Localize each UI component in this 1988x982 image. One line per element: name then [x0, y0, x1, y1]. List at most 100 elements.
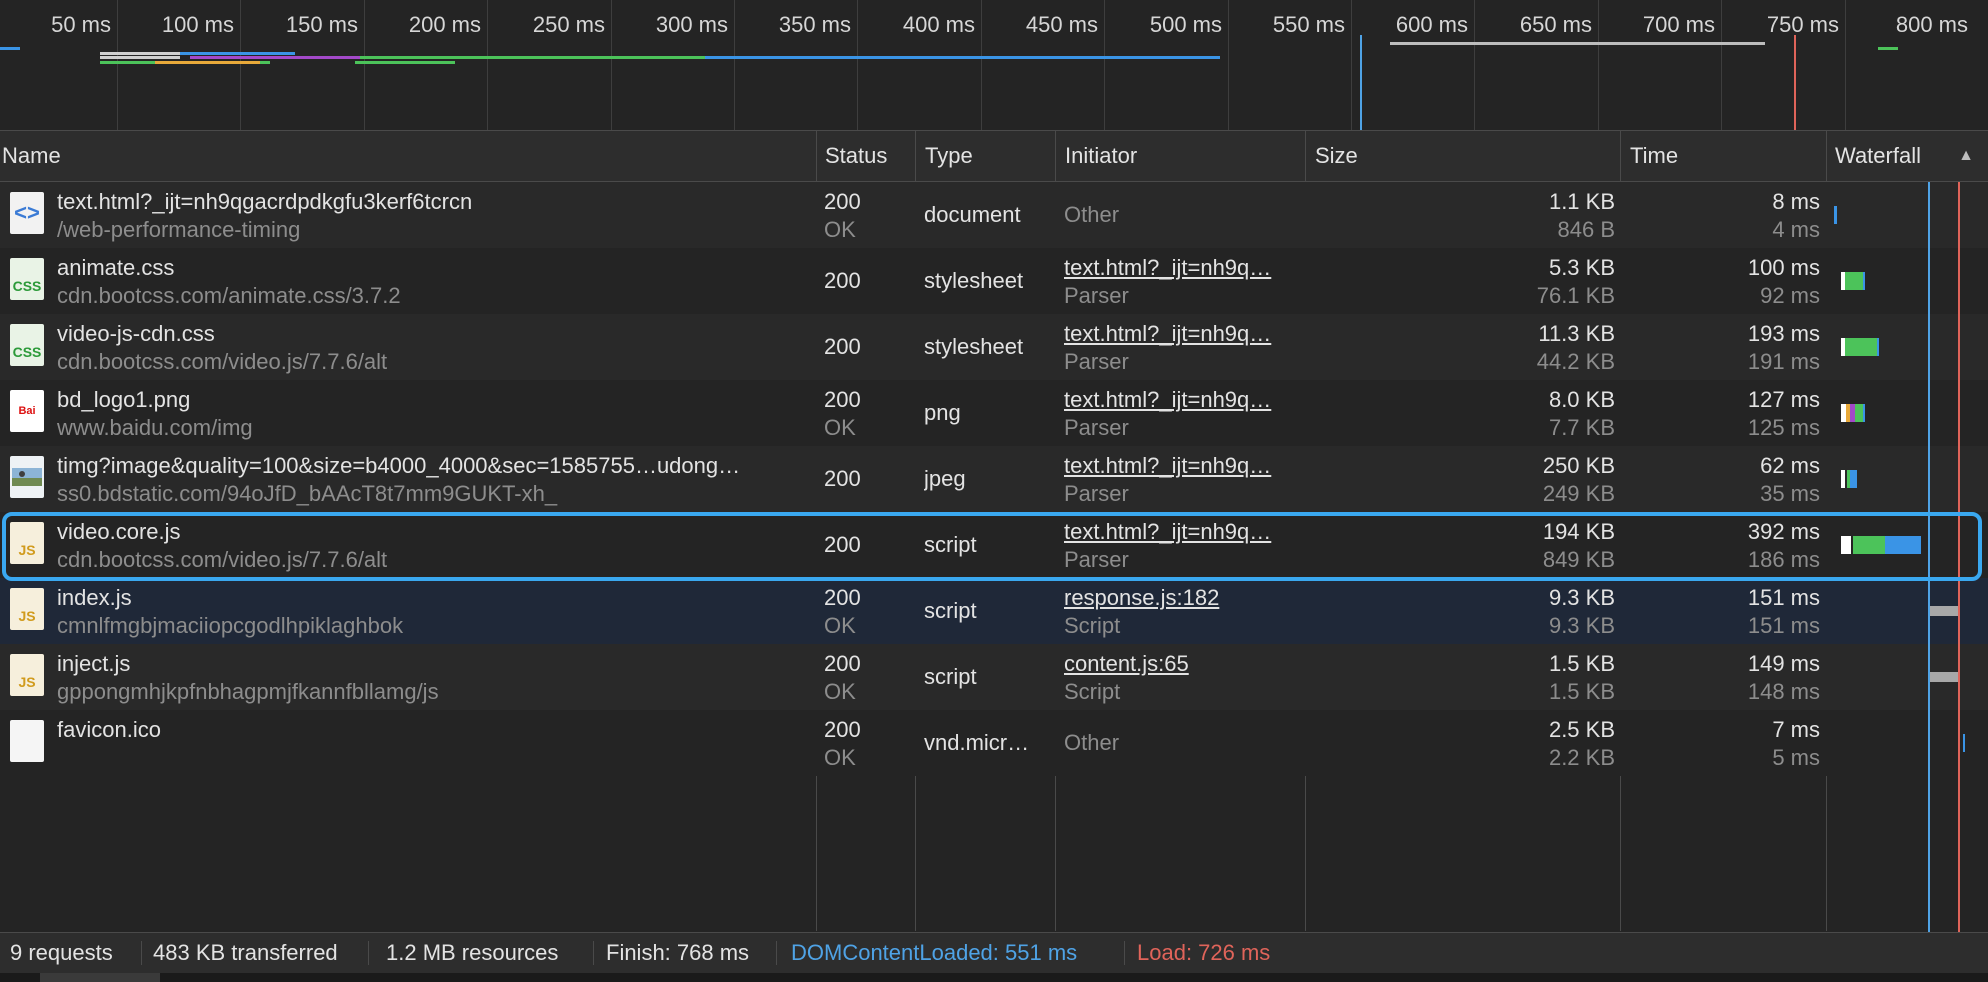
request-initiator-link[interactable]: text.html?_ijt=nh9q…	[1064, 386, 1271, 414]
request-row[interactable]: JS inject.js gppongmhjkpfnbhagpmjfkannfb…	[0, 644, 1988, 710]
request-name: video.core.js	[57, 519, 181, 544]
request-row[interactable]: timg?image&quality=100&size=b4000_4000&s…	[0, 446, 1988, 512]
request-initiator-link[interactable]: content.js:65	[1064, 650, 1189, 678]
waterfall-bar[interactable]	[1930, 672, 1958, 682]
overview-tick-label: 700 ms	[1642, 12, 1715, 37]
request-status-text: OK	[824, 745, 856, 770]
request-time: 62 ms	[1760, 453, 1820, 478]
request-status-code: 200	[824, 717, 861, 742]
request-initiator-type: Parser	[1064, 283, 1129, 308]
column-header-size[interactable]: Size	[1313, 131, 1625, 181]
request-time: 392 ms	[1747, 519, 1820, 544]
overview-gridline	[1598, 0, 1599, 130]
request-latency: 125 ms	[1747, 415, 1820, 440]
request-name: animate.css	[57, 255, 175, 280]
request-status-code: 200	[824, 585, 861, 610]
request-name: video-js-cdn.css	[57, 321, 215, 346]
summary-load-time: Load: 726 ms	[1137, 940, 1271, 965]
timeline-overview[interactable]: 50 ms 100 ms 150 ms 200 ms 250 ms 300 ms…	[0, 0, 1988, 131]
column-header-type[interactable]: Type	[923, 131, 1053, 181]
waterfall-bar[interactable]	[1853, 536, 1885, 554]
request-initiator-link[interactable]: text.html?_ijt=nh9q…	[1064, 254, 1271, 282]
column-header-time[interactable]: Time	[1628, 131, 1828, 181]
column-header-status[interactable]: Status	[823, 131, 915, 181]
overview-tick-label: 450 ms	[1025, 12, 1098, 37]
request-row[interactable]: CSS animate.css cdn.bootcss.com/animate.…	[0, 248, 1988, 314]
request-status-code: 200	[824, 334, 861, 359]
summary-divider	[368, 941, 369, 965]
request-status-text: OK	[824, 613, 856, 638]
overview-tick-label: 100 ms	[161, 12, 234, 37]
request-initiator-type: Parser	[1064, 415, 1129, 440]
waterfall-bar-download	[1850, 470, 1857, 488]
request-resource-size: 7.7 KB	[1548, 415, 1615, 440]
column-header-initiator[interactable]: Initiator	[1063, 131, 1304, 181]
overview-tick-label: 250 ms	[532, 12, 605, 37]
waterfall-bar[interactable]	[1834, 206, 1837, 224]
request-initiator-type: Parser	[1064, 481, 1129, 506]
overview-request-bar	[155, 61, 260, 64]
request-type: stylesheet	[924, 334, 1024, 359]
request-name: favicon.ico	[57, 717, 161, 742]
request-path: /web-performance-timing	[57, 217, 301, 242]
column-header-name[interactable]: Name	[0, 131, 816, 181]
waterfall-bar[interactable]	[1963, 734, 1965, 752]
overview-tick-label: 50 ms	[51, 12, 111, 37]
overview-tick-label: 500 ms	[1149, 12, 1222, 37]
request-row[interactable]: favicon.ico 200 OK vnd.micr… Other 2.5 K…	[0, 710, 1988, 776]
overview-gridline	[611, 0, 612, 130]
request-type: vnd.micr…	[924, 730, 1030, 755]
overview-request-bar	[360, 56, 705, 59]
request-name: index.js	[57, 585, 132, 610]
request-row[interactable]: JS video.core.js cdn.bootcss.com/video.j…	[0, 512, 1988, 578]
request-initiator-type: Script	[1064, 613, 1121, 638]
summary-domcontentloaded: DOMContentLoaded: 551 ms	[791, 940, 1078, 965]
overview-gridline	[1104, 0, 1105, 130]
request-time: 100 ms	[1747, 255, 1820, 280]
request-transfer-size: 5.3 KB	[1548, 255, 1615, 280]
waterfall-bar[interactable]	[1845, 272, 1863, 290]
request-time: 149 ms	[1747, 651, 1820, 676]
summary-transferred: 483 KB transferred	[153, 940, 338, 965]
column-header-waterfall[interactable]: Waterfall ▲	[1833, 131, 1988, 181]
overview-request-bar	[100, 56, 180, 59]
waterfall-bar[interactable]	[1845, 338, 1877, 356]
request-type: stylesheet	[924, 268, 1024, 293]
request-latency: 4 ms	[1772, 217, 1820, 242]
request-row[interactable]: Bai bd_logo1.png www.baidu.com/img 200 O…	[0, 380, 1988, 446]
request-latency: 148 ms	[1747, 679, 1820, 704]
horizontal-scrollbar[interactable]	[0, 973, 1988, 982]
request-status-code: 200	[824, 387, 861, 412]
overview-request-bar	[0, 47, 20, 50]
summary-divider	[1124, 941, 1125, 965]
image-thumbnail-icon	[10, 456, 44, 498]
request-initiator-link[interactable]: text.html?_ijt=nh9q…	[1064, 320, 1271, 348]
network-summary-bar: 9 requests 483 KB transferred 1.2 MB res…	[0, 932, 1988, 973]
waterfall-bar[interactable]	[1930, 606, 1958, 616]
request-latency: 151 ms	[1747, 613, 1820, 638]
request-row[interactable]: JS index.js cmnlfmgbjmaciiopcgodlhpiklag…	[0, 578, 1988, 644]
request-time: 193 ms	[1747, 321, 1820, 346]
request-initiator-link[interactable]: text.html?_ijt=nh9q…	[1064, 518, 1271, 546]
request-latency: 92 ms	[1760, 283, 1820, 308]
request-row[interactable]: CSS video-js-cdn.css cdn.bootcss.com/vid…	[0, 314, 1988, 380]
request-transfer-size: 11.3 KB	[1538, 321, 1615, 346]
request-row[interactable]: <> text.html?_ijt=nh9qgacrdpdkgfu3kerf6t…	[0, 182, 1988, 248]
waterfall-bar[interactable]	[1855, 404, 1863, 422]
request-transfer-size: 9.3 KB	[1548, 585, 1615, 610]
request-type: document	[924, 202, 1021, 227]
request-resource-size: 9.3 KB	[1548, 613, 1615, 638]
scrollbar-thumb[interactable]	[40, 973, 160, 982]
request-latency: 35 ms	[1760, 481, 1820, 506]
overview-tick-label: 200 ms	[408, 12, 481, 37]
js-file-icon: JS	[10, 654, 44, 696]
overview-request-bar	[190, 56, 360, 59]
overview-gridline	[857, 0, 858, 130]
request-path: gppongmhjkpfnbhagpmjfkannfbllamg/js	[57, 679, 439, 704]
overview-domcontentloaded-line	[1360, 35, 1362, 130]
request-initiator-link[interactable]: response.js:182	[1064, 584, 1219, 612]
request-resource-size: 1.5 KB	[1548, 679, 1615, 704]
request-resource-size: 2.2 KB	[1548, 745, 1615, 770]
request-initiator-link[interactable]: text.html?_ijt=nh9q…	[1064, 452, 1271, 480]
request-resource-size: 849 KB	[1542, 547, 1615, 572]
